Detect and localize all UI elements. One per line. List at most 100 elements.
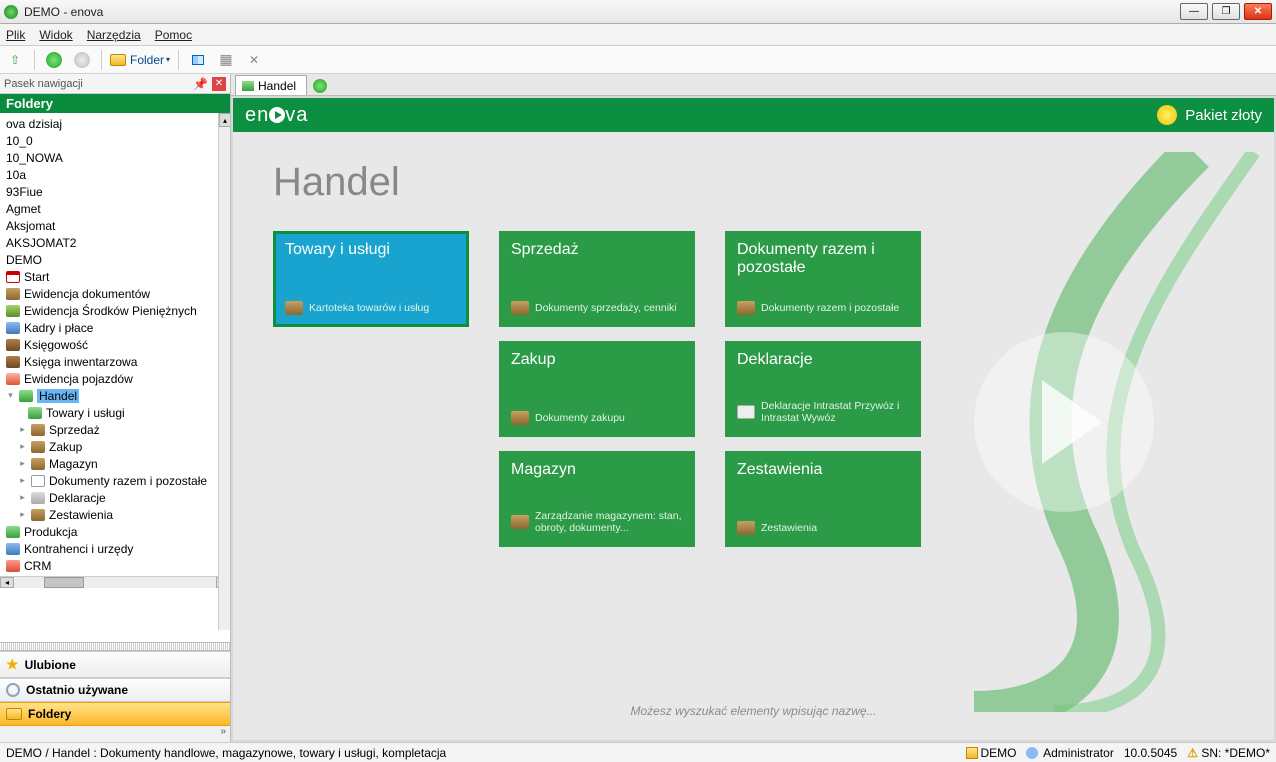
tree-subitem[interactable]: ▸Deklaracje	[4, 489, 230, 506]
tile-subtitle: Zestawienia	[761, 522, 817, 535]
tree-hscrollbar[interactable]: ◂▸	[0, 576, 230, 588]
tree-subitem[interactable]: ▸Magazyn	[4, 455, 230, 472]
tile-title: Dokumenty razem i pozostałe	[737, 241, 909, 277]
tile-title: Towary i usługi	[285, 241, 457, 259]
layout-button[interactable]	[187, 49, 209, 71]
menu-view[interactable]: Widok	[39, 28, 72, 42]
tree-item-start[interactable]: Start	[4, 268, 230, 285]
people-icon	[6, 322, 20, 334]
nav-header: Pasek nawigacji 📌 ✕	[0, 74, 230, 94]
tile-subtitle: Dokumenty razem i pozostałe	[761, 302, 899, 315]
page-title: Handel	[273, 160, 1234, 205]
docs-icon	[31, 475, 45, 487]
cube-icon	[19, 390, 33, 402]
box-icon	[31, 458, 45, 470]
tree-item[interactable]: Agmet	[4, 200, 230, 217]
grid-button[interactable]: ▦	[215, 49, 237, 71]
clock-icon	[6, 683, 20, 697]
tile-zestawienia[interactable]: Zestawienia Zestawienia	[725, 451, 921, 547]
database-icon	[966, 747, 978, 759]
status-db: DEMO	[966, 746, 1016, 760]
tree-item[interactable]: Ewidencja Środków Pieniężnych	[4, 302, 230, 319]
box-icon	[511, 515, 529, 529]
tree-item[interactable]: Kontrahenci i urzędy	[4, 540, 230, 557]
box-icon	[285, 301, 303, 315]
new-tab-button[interactable]	[311, 77, 329, 95]
tile-magazyn[interactable]: Magazyn Zarządzanie magazynem: stan, obr…	[499, 451, 695, 547]
package-badge: Pakiet złoty	[1157, 105, 1262, 125]
tile-title: Zestawienia	[737, 461, 909, 479]
box-icon	[511, 301, 529, 315]
car-icon	[6, 373, 20, 385]
back-button[interactable]	[43, 49, 65, 71]
tree-item[interactable]: 10_0	[4, 132, 230, 149]
tree-item[interactable]: 10_NOWA	[4, 149, 230, 166]
tree-item[interactable]: Księga inwentarzowa	[4, 353, 230, 370]
tools-button[interactable]: ✕	[243, 49, 265, 71]
play-icon	[269, 107, 285, 123]
cube-icon	[242, 81, 254, 91]
navtab-ulubione[interactable]: ★ Ulubione	[0, 651, 230, 678]
window-title: DEMO - enova	[24, 5, 1180, 19]
tile-zakup[interactable]: Zakup Dokumenty zakupu	[499, 341, 695, 437]
menu-help[interactable]: Pomoc	[155, 28, 192, 42]
forward-button[interactable]	[71, 49, 93, 71]
menu-file[interactable]: Plik	[6, 28, 25, 42]
box-icon	[31, 424, 45, 436]
splitter-gripper[interactable]	[0, 642, 230, 651]
menu-tools[interactable]: Narzędzia	[87, 28, 141, 42]
tree-item[interactable]: Produkcja	[4, 523, 230, 540]
search-hint: Możesz wyszukać elementy wpisując nazwę.…	[233, 704, 1274, 718]
enova-logo: enva	[245, 104, 308, 127]
tile-dokumenty[interactable]: Dokumenty razem i pozostałe Dokumenty ra…	[725, 231, 921, 327]
tree-item[interactable]: CRM	[4, 557, 230, 574]
tree-item[interactable]: 10a	[4, 166, 230, 183]
close-button[interactable]: ✕	[1244, 3, 1272, 20]
navtab-foldery[interactable]: Foldery	[0, 702, 230, 726]
tree-item[interactable]: AKSJOMAT2	[4, 234, 230, 251]
folder-tree[interactable]: ▴ ova dzisiaj 10_0 10_NOWA 10a 93Fiue Ag…	[0, 113, 230, 642]
status-user: Administrator	[1026, 746, 1113, 760]
tile-sprzedaz[interactable]: Sprzedaż Dokumenty sprzedaży, cenniki	[499, 231, 695, 327]
tile-deklaracje[interactable]: Deklaracje Deklaracje Intrastat Przywóz …	[725, 341, 921, 437]
tree-item-handel[interactable]: ▾Handel	[4, 387, 230, 404]
navtab-ostatnio[interactable]: Ostatnio używane	[0, 678, 230, 702]
tree-item[interactable]: Kadry i płace	[4, 319, 230, 336]
tree-vscrollbar[interactable]: ▴	[218, 113, 230, 630]
maximize-button[interactable]: ❐	[1212, 3, 1240, 20]
calendar-icon	[6, 271, 20, 283]
tree-item[interactable]: Księgowość	[4, 336, 230, 353]
tile-subtitle: Dokumenty zakupu	[535, 412, 625, 425]
navtab-label: Ulubione	[25, 658, 76, 672]
tile-towary[interactable]: Towary i usługi Kartoteka towarów i usłu…	[273, 231, 469, 327]
box-icon	[737, 521, 755, 535]
tree-subitem[interactable]: ▸Sprzedaż	[4, 421, 230, 438]
navtab-label: Ostatnio używane	[26, 683, 128, 697]
tree-item[interactable]: ova dzisiaj	[4, 115, 230, 132]
pin-icon[interactable]: 📌	[193, 77, 208, 91]
cube-icon	[6, 526, 20, 538]
nav-panel-title: Pasek nawigacji	[4, 78, 83, 90]
tile-subtitle: Deklaracje Intrastat Przywóz i Intrastat…	[761, 400, 909, 425]
navigation-panel: Pasek nawigacji 📌 ✕ Foldery ▴ ova dzisia…	[0, 74, 231, 742]
box-icon	[31, 509, 45, 521]
minimize-button[interactable]: —	[1180, 3, 1208, 20]
tree-item[interactable]: Aksjomat	[4, 217, 230, 234]
tree-item[interactable]: Ewidencja pojazdów	[4, 370, 230, 387]
tree-subitem[interactable]: ▸Dokumenty razem i pozostałe	[4, 472, 230, 489]
package-label: Pakiet złoty	[1185, 107, 1262, 124]
tab-handel[interactable]: Handel	[235, 75, 307, 95]
nav-close-icon[interactable]: ✕	[212, 77, 226, 91]
tree-item[interactable]: DEMO	[4, 251, 230, 268]
up-button[interactable]: ⇧	[4, 49, 26, 71]
tree-subitem[interactable]: ▸Zakup	[4, 438, 230, 455]
navtab-overflow[interactable]: »	[0, 726, 230, 742]
tree-item[interactable]: 93Fiue	[4, 183, 230, 200]
status-version: 10.0.5045	[1124, 746, 1177, 760]
tree-subitem[interactable]: Towary i usługi	[4, 404, 230, 421]
tree-item[interactable]: Ewidencja dokumentów	[4, 285, 230, 302]
folder-dropdown[interactable]: Folder ▾	[110, 53, 170, 67]
tree-subitem[interactable]: ▸Zestawienia	[4, 506, 230, 523]
user-icon	[1026, 747, 1038, 759]
money-icon	[6, 305, 20, 317]
